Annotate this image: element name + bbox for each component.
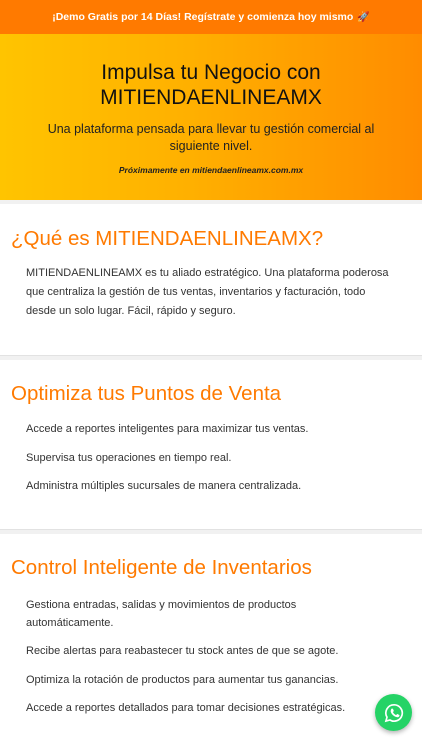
whatsapp-icon — [384, 703, 403, 722]
pos-item: Accede a reportes inteligentes para maxi… — [26, 423, 309, 435]
whatsapp-button[interactable] — [375, 694, 412, 731]
hero-title: Impulsa tu Negocio con MITIENDAENLINEAMX — [100, 61, 322, 109]
pos-item: Administra múltiples sucursales de maner… — [26, 480, 302, 492]
about-heading: ¿Qué es MITIENDAENLINEAMX? — [11, 227, 324, 250]
coming-soon-note: Próximamente en mitiendaenlineamx.com.mx — [118, 165, 304, 175]
inventory-card: Control Inteligente de Inventarios Gesti… — [0, 534, 422, 738]
inventory-item: Recibe alertas para reabastecer tu stock… — [26, 645, 339, 657]
about-text: MITIENDAENLINEAMX es tu aliado estratégi… — [26, 267, 389, 317]
hero-subtitle: Una plataforma pensada para llevar tu ge… — [47, 122, 375, 153]
pos-item: Supervisa tus operaciones en tiempo real… — [26, 452, 232, 464]
rocket-icon: 🚀 — [357, 11, 370, 23]
about-card: ¿Qué es MITIENDAENLINEAMX? MITIENDAENLIN… — [0, 204, 422, 356]
promo-banner[interactable]: ¡Demo Gratis por 14 Días! Regístrate y c… — [0, 0, 422, 34]
pos-heading: Optimiza tus Puntos de Venta — [11, 382, 282, 405]
pos-card: Optimiza tus Puntos de Venta Accede a re… — [0, 360, 422, 530]
promo-text: ¡Demo Gratis por 14 Días! Regístrate y c… — [52, 11, 354, 23]
inventory-item: Optimiza la rotación de productos para a… — [26, 674, 339, 686]
inventory-heading: Control Inteligente de Inventarios — [11, 556, 312, 579]
inventory-item: Accede a reportes detallados para tomar … — [26, 702, 346, 714]
hero-section: Impulsa tu Negocio con MITIENDAENLINEAMX… — [0, 34, 422, 200]
inventory-item: Gestiona entradas, salidas y movimientos… — [26, 599, 297, 629]
